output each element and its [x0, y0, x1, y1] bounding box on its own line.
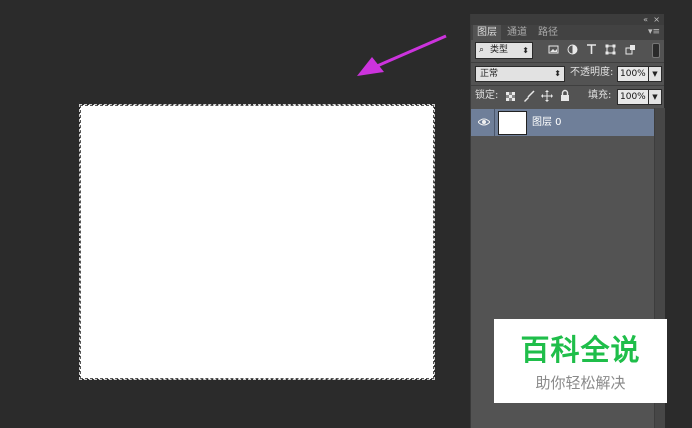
tab-layers[interactable]: 图层 — [473, 25, 501, 40]
layer-row[interactable]: 图层 0 — [471, 109, 654, 136]
opacity-input[interactable]: 100% — [617, 66, 649, 82]
chevron-updown-icon: ⬍ — [554, 69, 561, 78]
opacity-dropdown-button[interactable]: ▼ — [648, 66, 662, 82]
layer-filter-row: ⌕ 类型 ⬍ — [471, 40, 664, 62]
panel-menu-icon[interactable]: ▾≡ — [648, 25, 660, 40]
watermark-logo: 百科全说 助你轻松解决 — [494, 319, 667, 403]
type-filter-icon[interactable] — [586, 44, 597, 55]
lock-transparent-pixels-icon[interactable] — [505, 89, 517, 103]
lock-label: 锁定: — [475, 90, 499, 101]
lock-all-icon[interactable] — [559, 89, 571, 103]
fill-label: 填充: — [588, 90, 612, 101]
divider — [494, 109, 495, 136]
search-icon: ⌕ — [479, 45, 485, 55]
image-filter-icon[interactable] — [548, 44, 559, 55]
adjustment-filter-icon[interactable] — [567, 44, 578, 55]
layer-name[interactable]: 图层 0 — [532, 109, 562, 136]
filter-kind-select[interactable]: ⌕ 类型 ⬍ — [475, 42, 533, 59]
collapse-panel-icon[interactable]: « — [643, 14, 648, 25]
chevron-updown-icon: ⬍ — [522, 46, 529, 55]
eye-icon[interactable] — [477, 117, 491, 127]
smart-object-filter-icon[interactable] — [625, 44, 636, 55]
filter-kind-label: 类型 — [490, 45, 509, 55]
lock-row: 锁定: 填充: 100% ▼ — [471, 86, 664, 108]
panel-tabs: 图层 通道 路径 ▾≡ — [471, 25, 664, 40]
layer-thumbnail — [498, 111, 527, 135]
blend-mode-select[interactable]: 正常 ⬍ — [475, 66, 565, 82]
close-panel-icon[interactable]: × — [653, 14, 660, 25]
watermark-subtitle: 助你轻松解决 — [535, 374, 626, 392]
tab-paths[interactable]: 路径 — [534, 25, 562, 40]
shape-filter-icon[interactable] — [605, 44, 616, 55]
blend-row: 正常 ⬍ 不透明度: 100% ▼ — [471, 63, 664, 85]
lock-position-icon[interactable] — [541, 89, 553, 103]
lock-image-pixels-icon[interactable] — [523, 89, 535, 103]
opacity-label: 不透明度: — [570, 67, 614, 78]
panel-title-bar: « × — [471, 14, 664, 25]
blend-mode-label: 正常 — [480, 69, 499, 79]
filter-toggle-switch[interactable] — [652, 43, 660, 58]
tab-channels[interactable]: 通道 — [503, 25, 531, 40]
fill-dropdown-button[interactable]: ▼ — [648, 89, 662, 105]
watermark-title: 百科全说 — [520, 333, 641, 367]
fill-input[interactable]: 100% — [617, 89, 649, 105]
